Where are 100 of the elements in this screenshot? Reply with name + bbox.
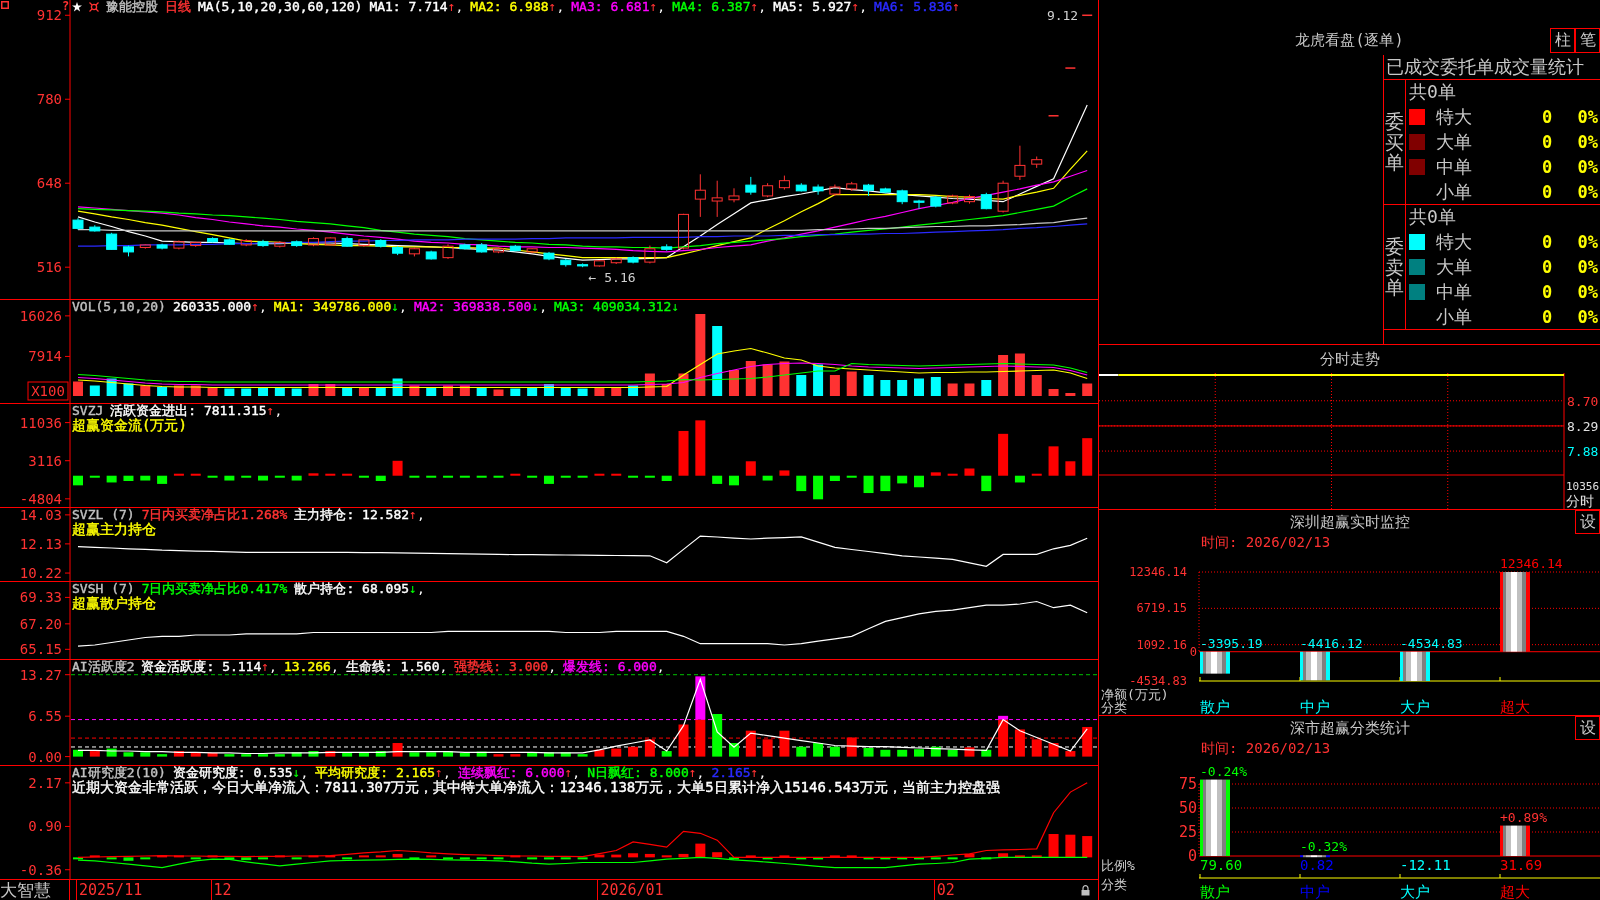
indicator-bar [342, 752, 353, 757]
indicator-bar [762, 475, 773, 481]
volume-bar [981, 380, 992, 396]
indicator-bar [173, 751, 184, 757]
order-count: 0 [1542, 132, 1553, 152]
indicator-bar [342, 857, 353, 860]
value-label: -4416.12 [1300, 635, 1363, 651]
indicator-bar [157, 754, 168, 757]
indicator-label: MA1: 7.714 [369, 0, 448, 14]
axis-tick-label: 11036 [19, 414, 62, 431]
axis-tick-label: -4804 [19, 490, 62, 507]
volume-bar [712, 326, 723, 396]
indicator-bar [342, 473, 353, 476]
indicator-bar [375, 475, 386, 481]
indicator-bar [89, 855, 100, 858]
order-size-label: 大单 [1436, 255, 1472, 279]
ring-icon [89, 2, 99, 12]
indicator-bar [375, 855, 386, 858]
indicator-bar [560, 857, 571, 860]
indicator-bar [729, 743, 739, 757]
indicator-bar [729, 475, 739, 486]
indicator-bar [897, 749, 908, 757]
section-title: 分时走势 [1319, 350, 1380, 368]
separator-text: , [572, 766, 581, 780]
indicator-bar [1065, 461, 1076, 476]
value-label: -12.11 [1400, 857, 1451, 873]
view-toggle-button[interactable]: 笔 [1575, 28, 1600, 53]
candlestick [1014, 145, 1026, 181]
indicator-bar [914, 857, 924, 860]
candlestick [240, 238, 252, 247]
separator-text: , [269, 660, 277, 674]
lock-icon[interactable] [1081, 884, 1090, 896]
volume-bar [493, 389, 504, 396]
trend-arrow: ↓ [292, 766, 301, 780]
indicator-bar [1031, 739, 1042, 757]
indicator-bar [543, 475, 554, 484]
volume-bar [325, 384, 336, 396]
indicator-bar [493, 475, 504, 478]
candlestick [593, 259, 605, 268]
indicator-bar [695, 676, 706, 720]
indicator-bar [140, 475, 151, 481]
indicator-bar [762, 857, 773, 860]
indicator-caption: 近期大资金非常活跃，今日大单净流入：7811.307万元，其中特大单净流入：12346.138万元，大单5日累计净入15146.543万元，当前主力控盘强 [72, 780, 1000, 795]
indicator-bar [190, 473, 201, 476]
order-count: 0 [1542, 232, 1553, 253]
indicator-bar [745, 730, 756, 757]
indicator-label: 连续飘红: 6.000 [457, 766, 565, 780]
indicator-bar [1014, 475, 1025, 483]
axis-tick-label: 0.90 [28, 818, 62, 835]
volume-bar [123, 383, 134, 396]
indicator-bar [106, 857, 117, 860]
volume-bar [207, 387, 218, 396]
indicator-bar [779, 470, 790, 476]
indicator-label: VOL(5,10,20) [72, 300, 166, 314]
indicator-bar [611, 854, 622, 858]
volume-bar [930, 377, 941, 396]
indicator-bar [258, 754, 268, 757]
candlestick [173, 240, 185, 250]
settings-button[interactable]: 设 [1575, 510, 1600, 534]
candlestick [879, 187, 891, 194]
indicator-bar [1048, 743, 1059, 757]
indicator-label: N日飘红: 8.000 [587, 766, 689, 780]
indicator-bar [89, 475, 100, 478]
candlestick [274, 240, 286, 248]
candlestick [913, 199, 925, 210]
indicator-label: 爆发线: 6.000 [563, 660, 657, 674]
indicator-bar [510, 473, 521, 476]
time-label: 时间: 2026/02/13 [1201, 534, 1331, 550]
candlestick [846, 181, 858, 192]
volume-bar [678, 373, 689, 396]
date-label: 02 [933, 880, 955, 900]
indicator-bar [745, 461, 756, 476]
indicator-bar [897, 857, 908, 860]
group-total: 共0单 [1409, 205, 1456, 230]
candlestick [762, 182, 774, 198]
volume-bar [527, 387, 538, 396]
axis-tick-label: 2.17 [28, 774, 62, 791]
group-total: 共0单 [1409, 80, 1456, 105]
indicator-label: 平均研究度: 2.165 [315, 766, 436, 780]
indicator-bar [527, 475, 538, 478]
candlestick [610, 257, 622, 265]
indicator-bar [123, 857, 134, 861]
period-label: 分时 [1566, 493, 1594, 509]
candlestick [1065, 67, 1076, 69]
axis-tick-label: 1092.16 [1136, 637, 1187, 652]
view-toggle-button[interactable]: 柱 [1550, 28, 1575, 53]
axis-tick-label: 6719.15 [1136, 601, 1187, 616]
indicator-bar [443, 857, 454, 860]
candlestick [358, 238, 370, 248]
indicator-bar [930, 857, 941, 860]
volume-bar [157, 387, 168, 396]
indicator-bar [106, 748, 117, 757]
axis-tick-label: 3116 [28, 452, 62, 469]
settings-button[interactable]: 设 [1575, 716, 1600, 740]
indicator-bar [914, 475, 924, 488]
separator-text: , [657, 0, 666, 14]
volume-bar [914, 378, 924, 396]
separator-text: , [548, 660, 556, 674]
help-mark[interactable]: ? [62, 0, 70, 12]
indicator-bar [981, 749, 992, 757]
